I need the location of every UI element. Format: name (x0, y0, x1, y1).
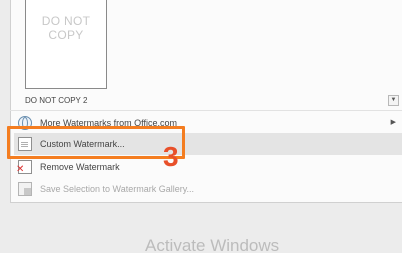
save-selection-item[interactable]: Save Selection to Watermark Gallery... (14, 178, 402, 200)
activate-windows-text: Activate Windows (145, 236, 280, 255)
watermark-thumbnail-text: DO NOT COPY (41, 14, 91, 42)
watermark-thumbnail[interactable]: DO NOT COPY (25, 0, 107, 89)
remove-watermark-icon (16, 160, 32, 175)
step-highlight-box (7, 126, 185, 159)
gallery-scroll-down-icon[interactable]: ▼ (388, 95, 399, 106)
remove-watermark-label: Remove Watermark (40, 162, 120, 172)
step-number: 3 (163, 141, 179, 172)
submenu-arrow-icon: ▶ (390, 119, 396, 126)
watermark-caption: DO NOT COPY 2 (25, 96, 88, 105)
menu-divider (10, 110, 402, 111)
remove-watermark-item[interactable]: Remove Watermark (14, 156, 402, 178)
save-selection-label: Save Selection to Watermark Gallery... (40, 184, 195, 194)
save-gallery-icon (18, 182, 32, 196)
